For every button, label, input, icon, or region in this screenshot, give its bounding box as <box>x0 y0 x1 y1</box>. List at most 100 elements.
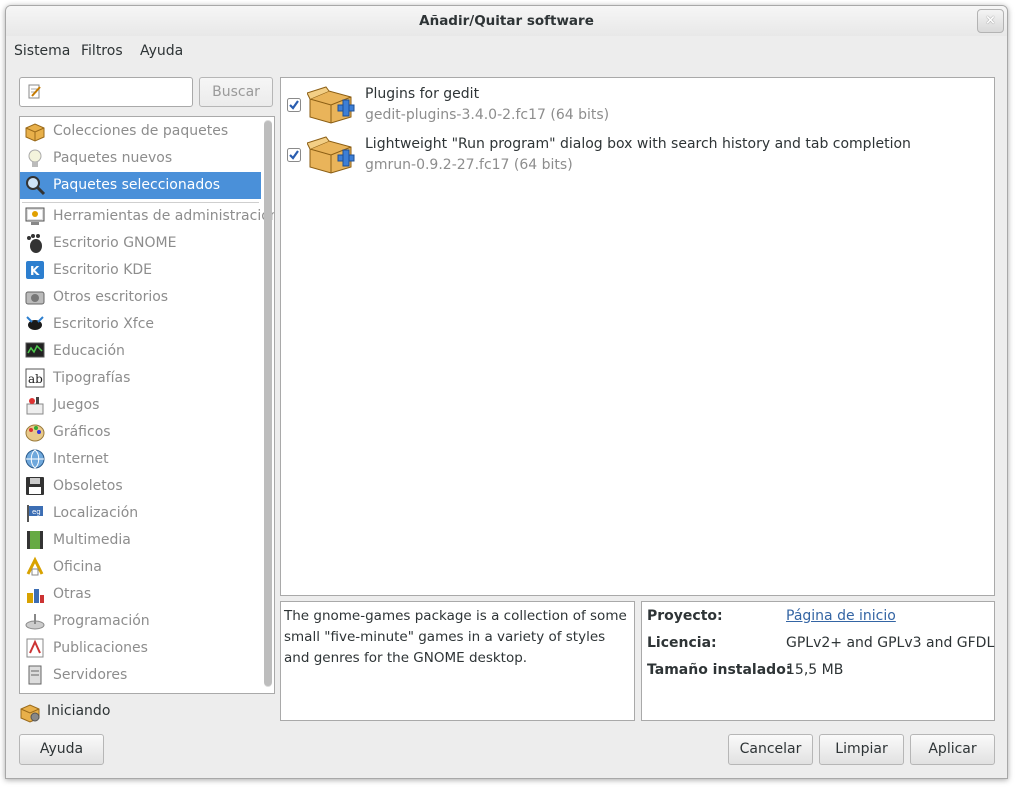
group-item-label: Escritorio Xfce <box>53 316 155 332</box>
menu-filtros[interactable]: Filtros <box>81 43 123 59</box>
group-item-otros-escritorios[interactable]: Otros escritorios <box>20 284 261 311</box>
menu-ayuda[interactable]: Ayuda <box>140 43 183 59</box>
group-item-escritorio-xfce[interactable]: Escritorio Xfce <box>20 311 261 338</box>
games-icon <box>24 394 46 416</box>
group-item-internet[interactable]: Internet <box>20 446 261 473</box>
font-icon: ab <box>24 367 46 389</box>
package-name: Lightweight "Run program" dialog box wit… <box>365 136 911 152</box>
kde-icon: K <box>24 259 46 281</box>
group-item-oficina[interactable]: Oficina <box>20 554 261 581</box>
group-item-label: Tipografías <box>53 370 131 386</box>
group-item-label: Colecciones de paquetes <box>53 123 229 139</box>
group-item-herramientas-de-administración[interactable]: Herramientas de administración <box>20 203 274 230</box>
size-label: Tamaño instalado: <box>647 662 792 678</box>
size-value: 15,5 MB <box>786 662 844 678</box>
package-checkbox[interactable] <box>287 98 301 116</box>
group-item-label: Internet <box>53 451 109 467</box>
detail-row-project: Proyecto: Página de inicio <box>647 608 987 630</box>
package-version: gmrun-0.9.2-27.fc17 (64 bits) <box>365 157 573 173</box>
help-button[interactable]: Ayuda <box>19 734 104 765</box>
group-list[interactable]: Colecciones de paquetes Paquetes nuevos Pa… <box>19 116 275 694</box>
camera-icon <box>24 286 46 308</box>
search-field[interactable] <box>19 77 193 107</box>
group-item-label: Servidores <box>53 667 128 683</box>
search-button[interactable]: Buscar <box>199 77 273 107</box>
package-box-icon <box>24 120 46 142</box>
svg-text:eg: eg <box>32 508 41 516</box>
group-item-juegos[interactable]: Juegos <box>20 392 261 419</box>
close-button[interactable]: × <box>977 9 1004 33</box>
globe-icon <box>24 448 46 470</box>
group-item-otras[interactable]: Otras <box>20 581 261 608</box>
package-box-plus-icon <box>306 85 357 129</box>
misc-icon <box>24 583 46 605</box>
menu-bar: Sistema Filtros Ayuda <box>6 40 1007 64</box>
group-item-servidores[interactable]: Servidores <box>20 662 261 689</box>
package-checkbox[interactable] <box>287 148 301 166</box>
status-bar: Iniciando <box>19 701 269 725</box>
group-item-publicaciones[interactable]: Publicaciones <box>20 635 261 662</box>
flag-icon: eg <box>24 502 46 524</box>
license-value: GPLv2+ and GPLv3 and GFDL <box>786 635 995 651</box>
scrollbar-thumb[interactable] <box>264 121 272 686</box>
svg-text:K: K <box>30 264 40 278</box>
group-item-programación[interactable]: Programación <box>20 608 261 635</box>
admin-tools-icon <box>24 205 46 227</box>
package-description: The gnome-games package is a collection … <box>284 608 627 666</box>
group-item-label: Otras <box>53 586 92 602</box>
group-item-gráficos[interactable]: Gráficos <box>20 419 261 446</box>
status-package-icon <box>19 701 41 727</box>
group-item-label: Obsoletos <box>53 478 123 494</box>
clear-button[interactable]: Limpiar <box>819 734 904 765</box>
group-item-paquetes-nuevos[interactable]: Paquetes nuevos <box>20 145 261 172</box>
package-version: gedit-plugins-3.4.0-2.fc17 (64 bits) <box>365 107 610 123</box>
group-item-escritorio-gnome[interactable]: Escritorio GNOME <box>20 230 261 257</box>
group-item-label: Multimedia <box>53 532 131 548</box>
lightbulb-icon <box>24 147 46 169</box>
group-item-label: Localización <box>53 505 139 521</box>
group-item-colecciones-de-paquetes[interactable]: Colecciones de paquetes <box>20 118 261 145</box>
group-item-label: Publicaciones <box>53 640 148 656</box>
search-input[interactable] <box>50 82 189 102</box>
detail-row-size: Tamaño instalado: 15,5 MB <box>647 662 987 684</box>
group-item-label: Educación <box>53 343 125 359</box>
package-list[interactable]: Plugins for gedit gedit-plugins-3.4.0-2.f… <box>280 77 995 596</box>
edit-icon <box>28 84 42 104</box>
group-item-label: Juegos <box>53 397 100 413</box>
apply-button[interactable]: Aplicar <box>910 734 995 765</box>
palette-icon <box>24 421 46 443</box>
group-item-label: Paquetes nuevos <box>53 150 173 166</box>
main-window: Añadir/Quitar software × Sistema Filtros… <box>5 5 1008 779</box>
server-icon <box>24 664 46 686</box>
group-item-label: Otros escritorios <box>53 289 169 305</box>
package-box-plus-icon <box>306 135 357 179</box>
package-row[interactable]: Lightweight "Run program" dialog box wit… <box>281 133 994 183</box>
group-item-localización[interactable]: eg Localización <box>20 500 261 527</box>
group-item-label: Paquetes seleccionados <box>53 177 221 193</box>
publishing-icon <box>24 637 46 659</box>
group-item-multimedia[interactable]: Multimedia <box>20 527 261 554</box>
group-item-paquetes-seleccionados[interactable]: Paquetes seleccionados <box>20 172 261 199</box>
package-name: Plugins for gedit <box>365 86 480 102</box>
group-item-escritorio-kde[interactable]: K Escritorio KDE <box>20 257 261 284</box>
project-homepage-link[interactable]: Página de inicio <box>786 608 896 624</box>
menu-sistema[interactable]: Sistema <box>14 43 70 59</box>
group-item-label: Escritorio GNOME <box>53 235 177 251</box>
group-item-label: Programación <box>53 613 150 629</box>
details-panel: Proyecto: Página de inicio Licencia: GPL… <box>641 601 995 721</box>
window-title: Añadir/Quitar software <box>419 13 594 29</box>
cancel-button[interactable]: Cancelar <box>728 734 813 765</box>
gnome-foot-icon <box>24 232 46 254</box>
svg-text:ab: ab <box>28 372 43 386</box>
package-row[interactable]: Plugins for gedit gedit-plugins-3.4.0-2.f… <box>281 83 994 133</box>
group-item-obsoletos[interactable]: Obsoletos <box>20 473 261 500</box>
status-text: Iniciando <box>47 703 111 719</box>
programming-icon <box>24 610 46 632</box>
project-label: Proyecto: <box>647 608 723 624</box>
group-item-tipografías[interactable]: ab Tipografías <box>20 365 261 392</box>
group-item-label: Gráficos <box>53 424 111 440</box>
title-bar: Añadir/Quitar software × <box>6 6 1007 36</box>
office-icon <box>24 556 46 578</box>
group-item-educación[interactable]: Educación <box>20 338 261 365</box>
group-item-label: Oficina <box>53 559 102 575</box>
